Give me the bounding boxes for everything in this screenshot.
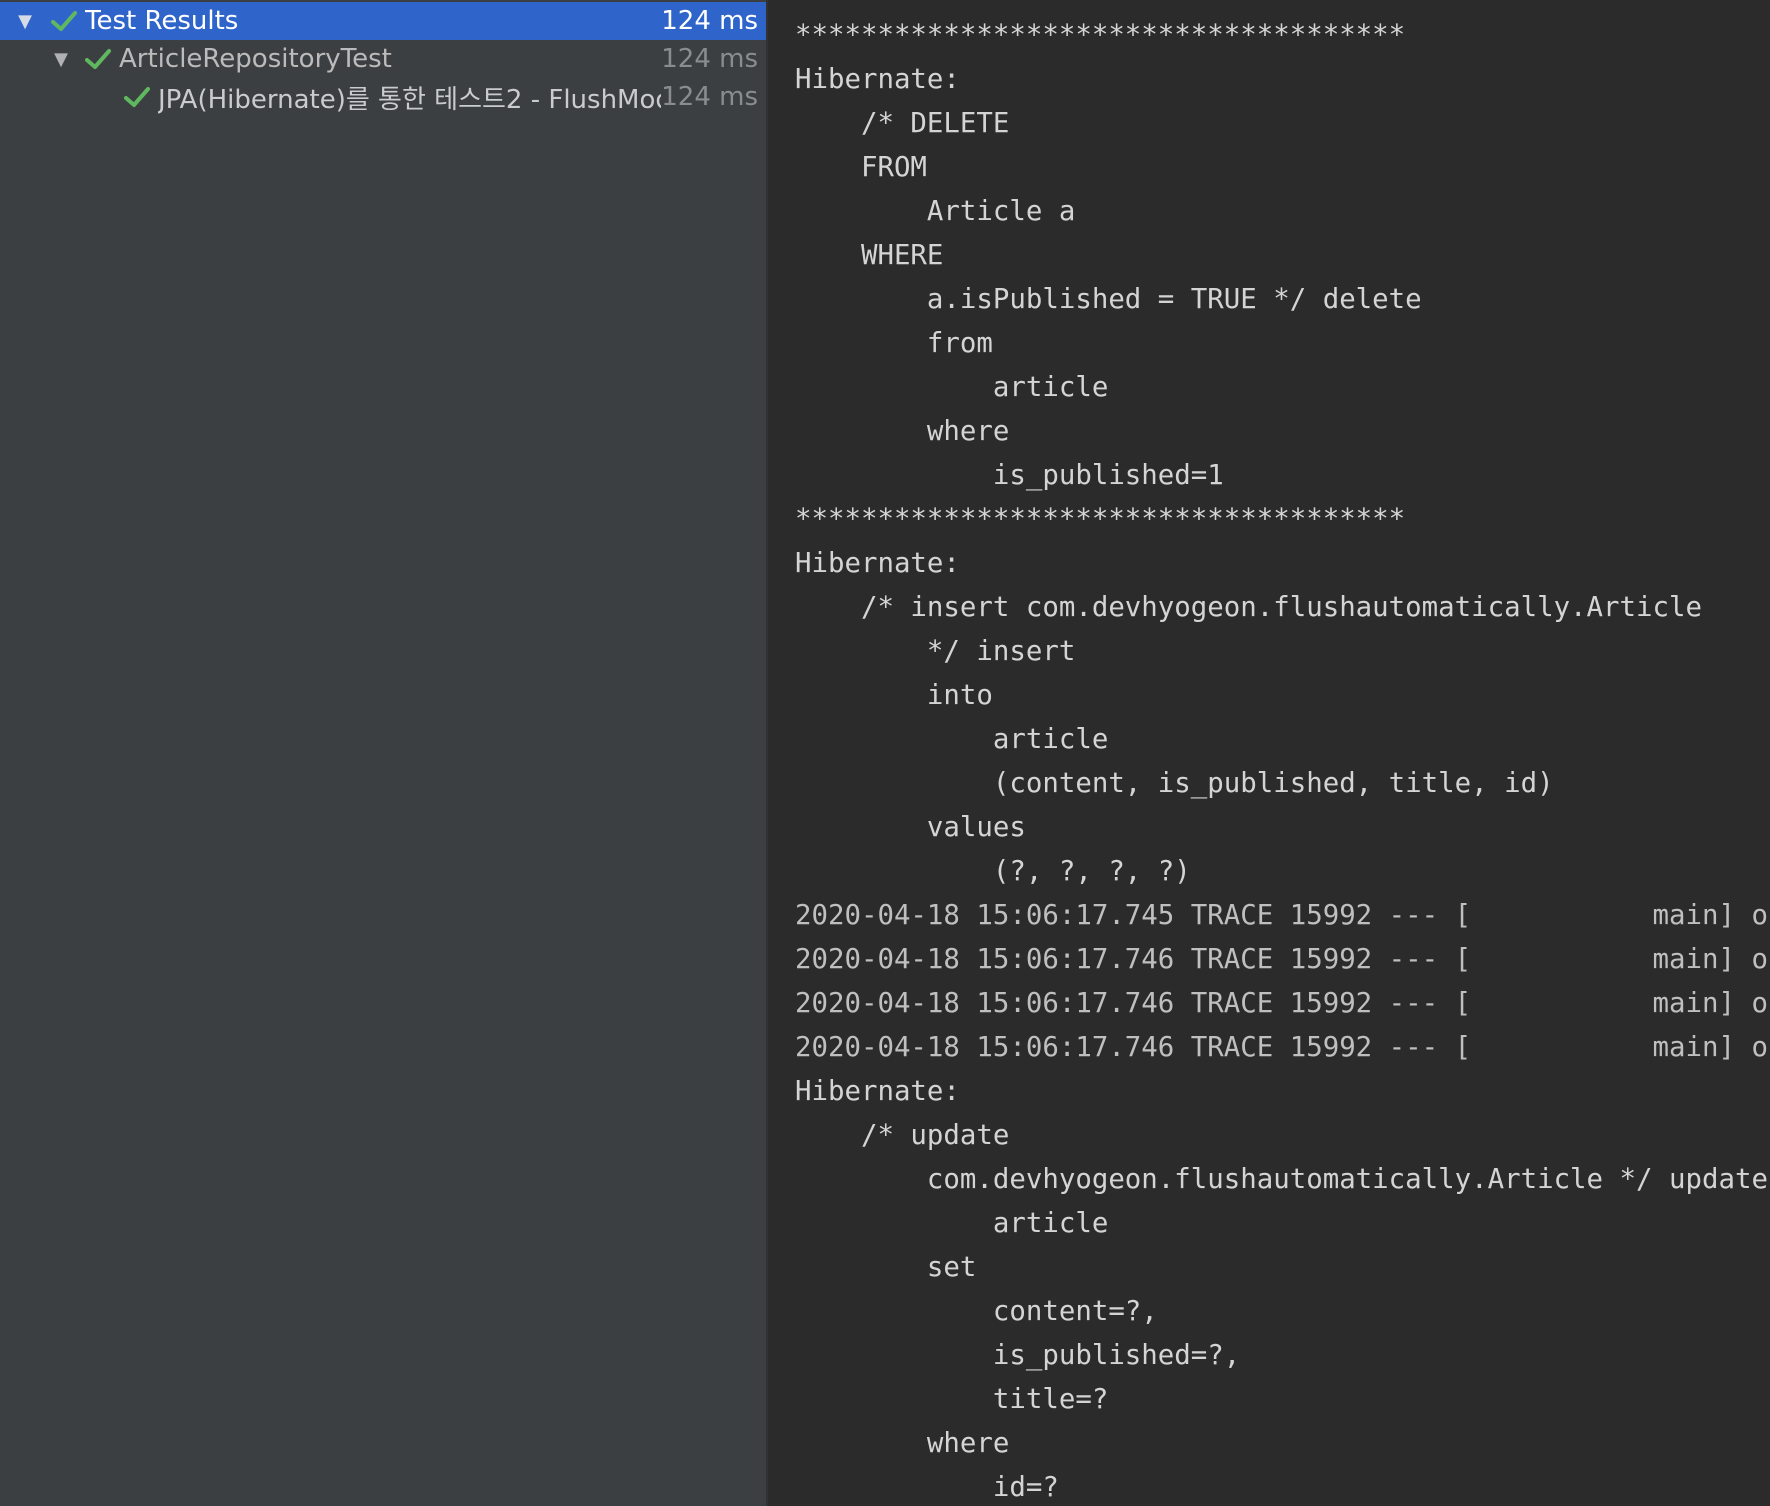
test-runner-window: ▼ Test Results 124 ms ▼ ArticleRepositor… <box>0 0 1770 1506</box>
duration-label: 124 ms <box>661 6 758 36</box>
console-line: Hibernate: <box>795 548 977 579</box>
console-line: from <box>795 328 993 359</box>
check-icon <box>122 82 152 112</box>
console-line: Hibernate: <box>795 1076 977 1107</box>
chevron-down-icon[interactable]: ▼ <box>13 9 37 33</box>
console-line: title=? <box>795 1384 1125 1415</box>
console-line: article <box>795 1208 1125 1239</box>
console-line: 2020-04-18 15:06:17.745 TRACE 15992 --- … <box>795 900 1770 931</box>
tree-row-test-results[interactable]: ▼ Test Results 124 ms <box>0 2 766 40</box>
console-line: /* DELETE <box>795 108 1026 139</box>
console-line: id=? <box>795 1472 1059 1503</box>
console-line: /* insert com.devhyogeon.flushautomatica… <box>795 592 1702 623</box>
console-line: 2020-04-18 15:06:17.746 TRACE 15992 --- … <box>795 944 1770 975</box>
console-line: is_published=1 <box>795 460 1224 491</box>
console-line: article <box>795 372 1125 403</box>
console-line: where <box>795 1428 1010 1459</box>
duration-label: 124 ms <box>661 82 758 112</box>
tree-row-label: Test Results <box>85 6 239 36</box>
tree-row-flushmode-test[interactable]: JPA(Hibernate)를 통한 테스트2 - FlushMode 124 … <box>0 78 766 116</box>
console-line: is_published=?, <box>795 1340 1241 1371</box>
chevron-down-icon[interactable]: ▼ <box>49 47 73 71</box>
console-line: 2020-04-18 15:06:17.746 TRACE 15992 --- … <box>795 988 1770 1019</box>
check-icon <box>83 44 113 74</box>
console-line: (content, is_published, title, id) <box>795 768 1571 799</box>
console-line: values <box>795 812 1026 843</box>
console-lines: ************************************* Hib… <box>795 14 1770 1506</box>
console-line: 2020-04-18 15:06:17.746 TRACE 15992 --- … <box>795 1032 1770 1063</box>
console-line: WHERE <box>795 240 944 271</box>
console-line: a.isPublished = TRUE */ delete <box>795 284 1439 315</box>
tree-row-article-repository-test[interactable]: ▼ ArticleRepositoryTest 124 ms <box>0 40 766 78</box>
console-output[interactable]: ************************************* Hib… <box>768 0 1770 1506</box>
console-line: /* update <box>795 1120 1010 1151</box>
check-icon <box>49 6 79 36</box>
console-line: */ insert <box>795 636 1092 667</box>
duration-label: 124 ms <box>661 44 758 74</box>
console-line: FROM <box>795 152 927 183</box>
console-line: Article a <box>795 196 1092 227</box>
console-line: content=?, <box>795 1296 1158 1327</box>
console-line: into <box>795 680 993 711</box>
console-line: article <box>795 724 1109 755</box>
console-line: com.devhyogeon.flushautomatically.Articl… <box>795 1164 1768 1195</box>
tree-row-label: JPA(Hibernate)를 통한 테스트2 - FlushMode <box>158 84 662 115</box>
console-line: ************************************* <box>795 20 1406 51</box>
console-line: Hibernate: <box>795 64 977 95</box>
console-line: set <box>795 1252 977 1283</box>
console-line: where <box>795 416 1010 447</box>
console-line: ************************************* <box>795 504 1406 535</box>
tree-row-label: ArticleRepositoryTest <box>119 44 392 74</box>
test-results-tree: ▼ Test Results 124 ms ▼ ArticleRepositor… <box>0 0 768 1506</box>
console-line: (?, ?, ?, ?) <box>795 856 1191 887</box>
